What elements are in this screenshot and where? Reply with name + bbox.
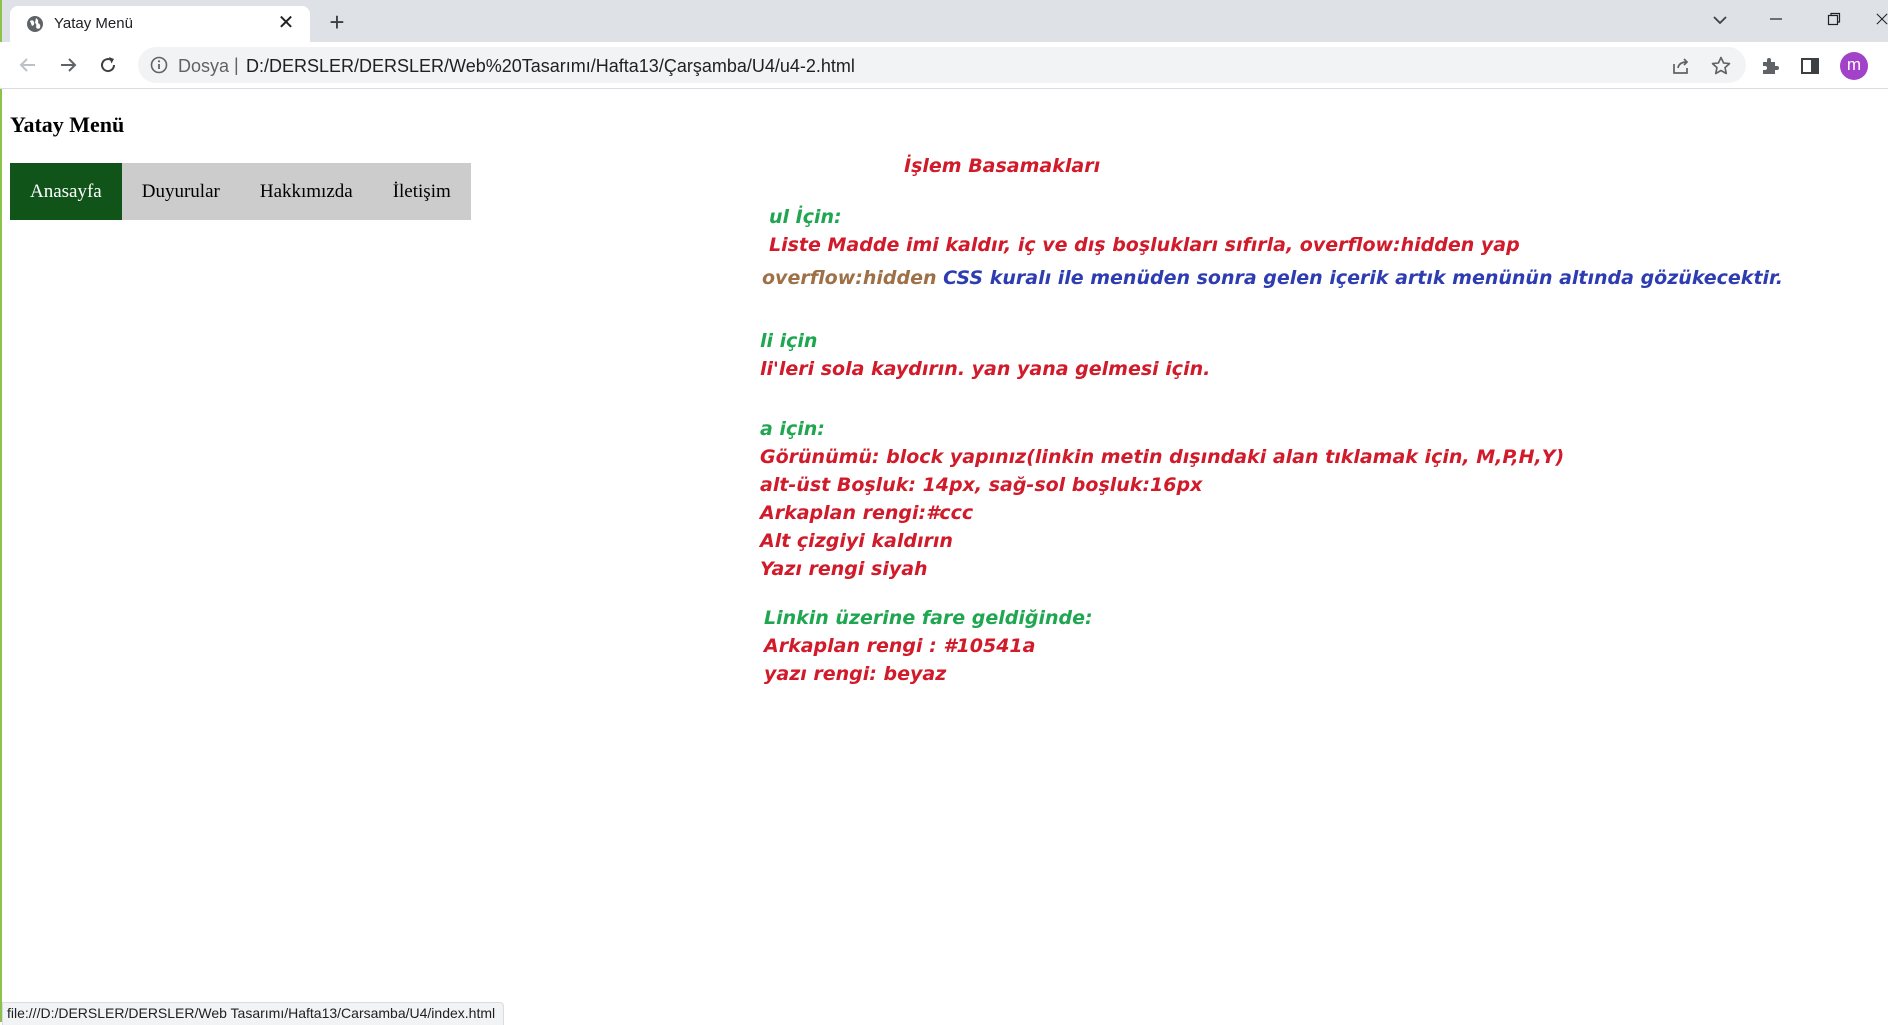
info-icon[interactable]	[150, 56, 168, 74]
a-instruction-display: Görünümü: block yapınız(linkin metin dış…	[760, 446, 1565, 468]
overflow-explanation: CSS kuralı ile menüden sonra gelen içeri…	[943, 267, 1783, 289]
hover-instruction-color: yazı rengi: beyaz	[764, 663, 947, 685]
back-arrow-icon[interactable]	[14, 51, 42, 79]
menu-item-hakkimizda: Hakkımızda	[239, 163, 373, 220]
chevron-down-icon[interactable]	[1708, 8, 1732, 32]
scheme-label: Dosya	[178, 56, 230, 76]
li-instructions: li'leri sola kaydırın. yan yana gelmesi …	[760, 358, 1211, 380]
menu-link-hakkimizda[interactable]: Hakkımızda	[239, 163, 373, 220]
menu-link-anasayfa[interactable]: Anasayfa	[10, 163, 122, 220]
ul-instructions: Liste Madde imi kaldır, iç ve dış boşluk…	[769, 234, 1520, 256]
tab-strip: Yatay Menü ✕ +	[0, 0, 1888, 42]
li-heading: li için	[760, 330, 818, 352]
reload-icon[interactable]	[94, 51, 122, 79]
close-icon[interactable]: ✕	[276, 13, 296, 33]
page-title: Yatay Menü	[10, 112, 125, 137]
a-instruction-padding: alt-üst Boşluk: 14px, sağ-sol boşluk:16p…	[760, 474, 1203, 496]
url-text[interactable]: D:/DERSLER/DERSLER/Web%20Tasarımı/Hafta1…	[246, 56, 855, 77]
window-close-icon[interactable]	[1866, 4, 1888, 34]
puzzle-icon[interactable]	[1758, 54, 1782, 78]
overflow-note: overflow:hidden CSS kuralı ile menüden s…	[762, 267, 1783, 289]
a-instruction-color: Yazı rengi siyah	[760, 558, 928, 580]
hover-instruction-background: Arkaplan rengi : #10541a	[764, 635, 1036, 657]
side-panel-icon[interactable]	[1798, 54, 1822, 78]
tab-title: Yatay Menü	[54, 15, 133, 32]
menu-link-iletisim[interactable]: İletişim	[372, 163, 471, 220]
a-instruction-background: Arkaplan rengi:#ccc	[760, 502, 974, 524]
menu-link-duyurular[interactable]: Duyurular	[121, 163, 240, 220]
menu-item-iletisim: İletişim	[372, 163, 471, 220]
horizontal-menu: Anasayfa Duyurular Hakkımızda İletişim	[10, 163, 471, 220]
browser-tab[interactable]: Yatay Menü ✕	[10, 6, 310, 42]
share-icon[interactable]	[1670, 55, 1692, 77]
menu-item-anasayfa: Anasayfa	[10, 163, 122, 220]
window-frame-left	[0, 0, 2, 1022]
restore-icon[interactable]	[1814, 4, 1854, 34]
overflow-keyword: overflow:hidden	[762, 267, 937, 289]
browser-toolbar: Dosya | D:/DERSLER/DERSLER/Web%20Tasarım…	[0, 42, 1888, 89]
menu-item-duyurular: Duyurular	[121, 163, 240, 220]
minimize-icon[interactable]	[1756, 4, 1796, 34]
profile-avatar[interactable]: m	[1840, 52, 1868, 80]
forward-arrow-icon[interactable]	[54, 51, 82, 79]
star-icon[interactable]	[1710, 55, 1732, 77]
a-heading: a için:	[760, 418, 825, 440]
globe-icon	[27, 16, 43, 32]
hover-heading: Linkin üzerine fare geldiğinde:	[764, 607, 1093, 629]
scheme-separator: |	[234, 55, 239, 75]
plus-icon[interactable]: +	[322, 8, 352, 38]
steps-title: İşlem Basamakları	[904, 155, 1101, 177]
ul-heading: ul İçin:	[769, 206, 842, 228]
address-bar[interactable]: Dosya | D:/DERSLER/DERSLER/Web%20Tasarım…	[138, 47, 1746, 83]
a-instruction-underline: Alt çizgiyi kaldırın	[760, 530, 953, 552]
